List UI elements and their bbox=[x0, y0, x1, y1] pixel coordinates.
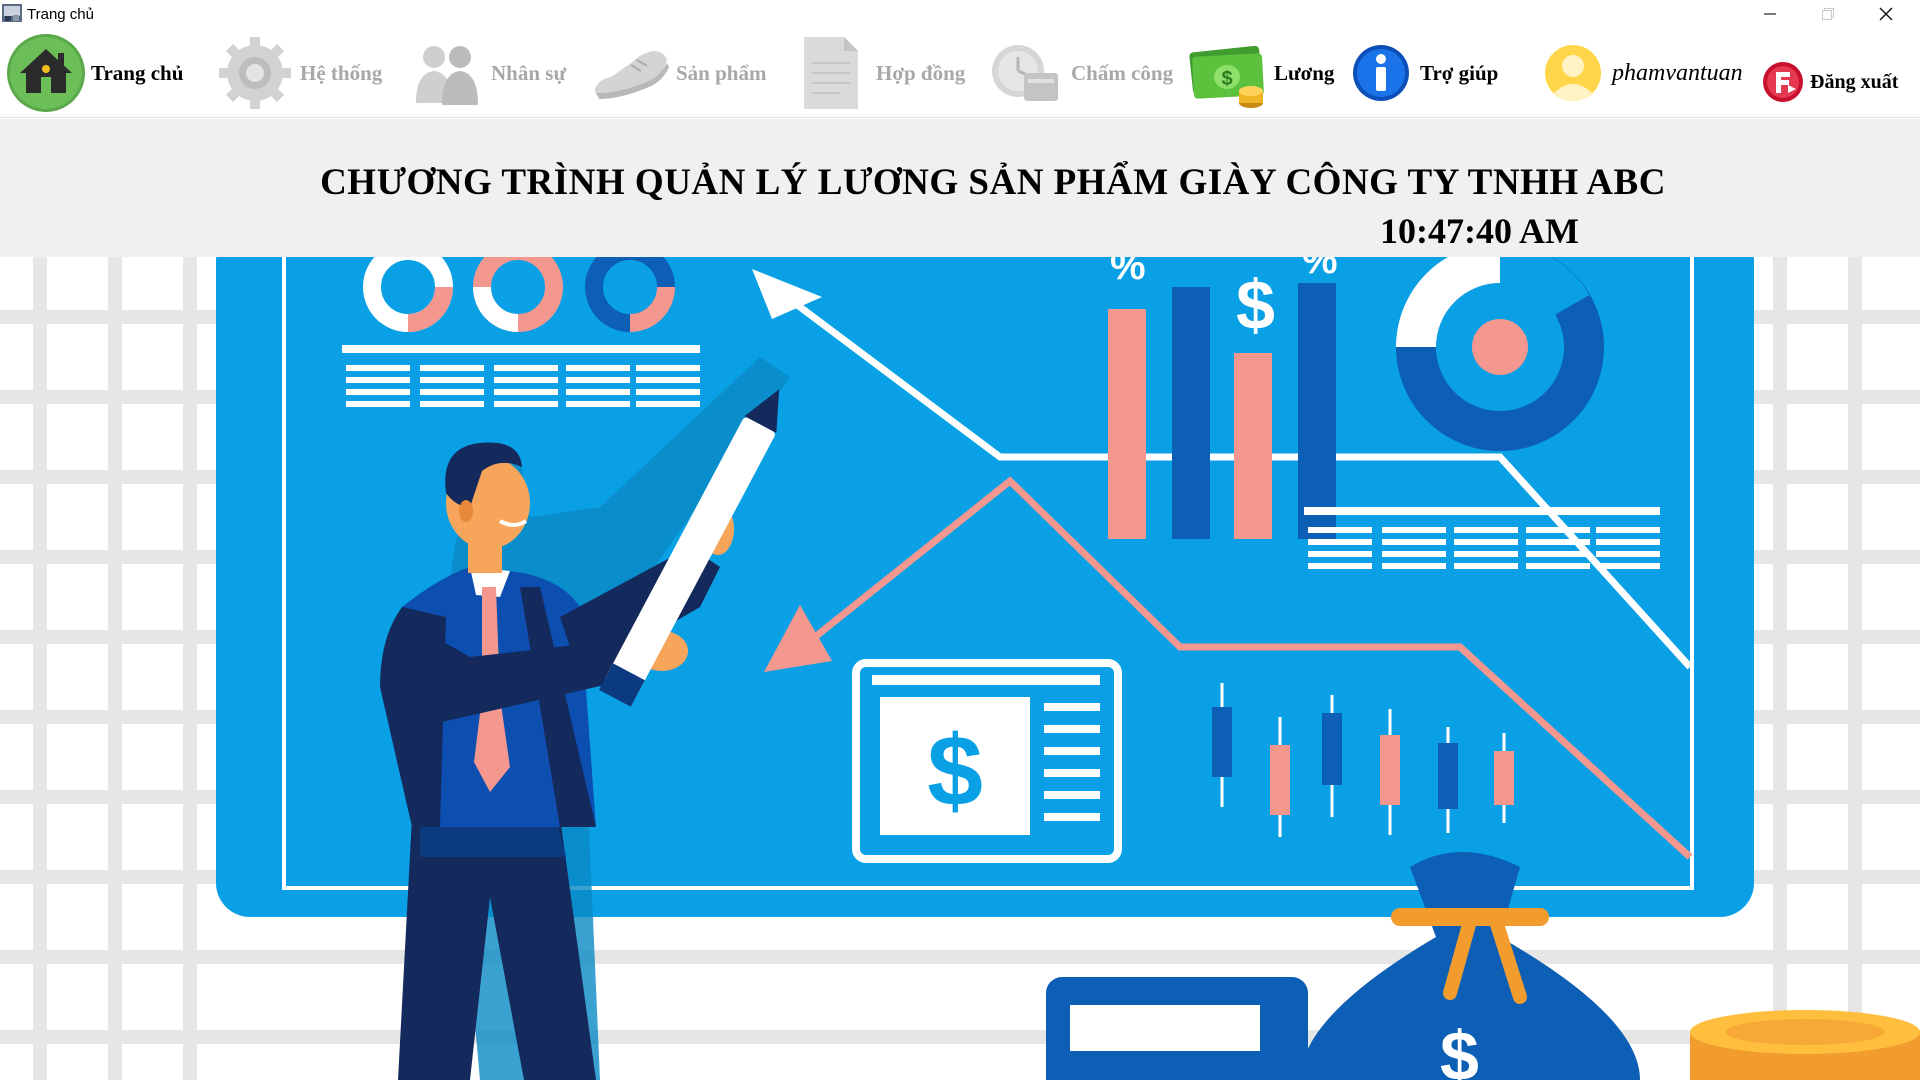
svg-text:$: $ bbox=[1440, 1017, 1479, 1080]
finance-illustration: % $ % $ $ bbox=[0, 257, 1920, 1080]
people-icon bbox=[405, 32, 487, 114]
info-icon bbox=[1346, 32, 1416, 114]
shoe-icon bbox=[590, 32, 672, 114]
toolbar-home-button[interactable]: Trang chủ bbox=[5, 28, 183, 118]
user-profile-button[interactable]: phamvantuan bbox=[1538, 28, 1743, 118]
header-band: CHƯƠNG TRÌNH QUẢN LÝ LƯƠNG SẢN PHẨM GIÀY… bbox=[0, 119, 1920, 257]
toolbar-contract-label: Hợp đồng bbox=[876, 60, 966, 85]
window-title: Trang chủ bbox=[27, 6, 94, 23]
toolbar-product-label: Sản phẩm bbox=[676, 60, 767, 85]
home-icon bbox=[5, 32, 87, 114]
app-icon bbox=[2, 4, 22, 22]
user-avatar-icon bbox=[1538, 32, 1608, 114]
toolbar-home-label: Trang chủ bbox=[91, 60, 184, 85]
window-titlebar: Trang chủ bbox=[0, 0, 1920, 28]
clock-card-icon bbox=[985, 32, 1067, 114]
card-dollar-symbol: $ bbox=[927, 715, 983, 827]
coin-stack bbox=[1690, 1010, 1920, 1080]
toolbar-staff-label: Nhân sự bbox=[491, 60, 567, 85]
gear-icon bbox=[214, 32, 296, 114]
document-icon bbox=[790, 32, 872, 114]
toolbar-system-label: Hệ thống bbox=[300, 60, 383, 85]
percent-symbol-1: % bbox=[1110, 257, 1146, 288]
logout-icon bbox=[1760, 59, 1806, 105]
toolbar-staff-button[interactable]: Nhân sự bbox=[405, 28, 566, 118]
toolbar-help-button[interactable]: Trợ giúp bbox=[1346, 28, 1498, 118]
toolbar-contract-button[interactable]: Hợp đồng bbox=[790, 28, 965, 118]
toolbar-product-button[interactable]: Sản phẩm bbox=[590, 28, 766, 118]
maximize-icon bbox=[1822, 8, 1834, 20]
close-icon bbox=[1879, 7, 1893, 21]
clock-display: 10:47:40 AM bbox=[1380, 211, 1579, 251]
svg-text:$: $ bbox=[1221, 68, 1232, 90]
toolbar-salary-button[interactable]: $ Lương bbox=[1188, 28, 1334, 118]
calculator bbox=[1046, 977, 1308, 1080]
toolbar-timekeeping-label: Chấm công bbox=[1071, 60, 1174, 85]
toolbar-help-label: Trợ giúp bbox=[1420, 60, 1499, 85]
logout-label: Đăng xuất bbox=[1810, 70, 1899, 93]
user-name-label: phamvantuan bbox=[1612, 59, 1743, 86]
minimize-button[interactable] bbox=[1742, 0, 1798, 28]
close-button[interactable] bbox=[1858, 0, 1914, 28]
toolbar-timekeeping-button[interactable]: Chấm công bbox=[985, 28, 1173, 118]
percent-symbol-2: % bbox=[1302, 257, 1338, 282]
minimize-icon bbox=[1764, 13, 1776, 15]
page-title: CHƯƠNG TRÌNH QUẢN LÝ LƯƠNG SẢN PHẨM GIÀY… bbox=[320, 162, 1666, 203]
logout-button[interactable]: Đăng xuất bbox=[1760, 46, 1898, 118]
main-toolbar: Trang chủ Hệ thống Nhân sự Sản phẩm Hợp … bbox=[0, 28, 1920, 118]
money-icon: $ bbox=[1188, 32, 1270, 114]
home-banner-illustration: % $ % $ $ bbox=[0, 257, 1920, 1080]
toolbar-salary-label: Lương bbox=[1274, 60, 1335, 85]
dollar-symbol: $ bbox=[1236, 266, 1275, 344]
toolbar-system-button[interactable]: Hệ thống bbox=[214, 28, 382, 118]
maximize-button[interactable] bbox=[1800, 0, 1856, 28]
